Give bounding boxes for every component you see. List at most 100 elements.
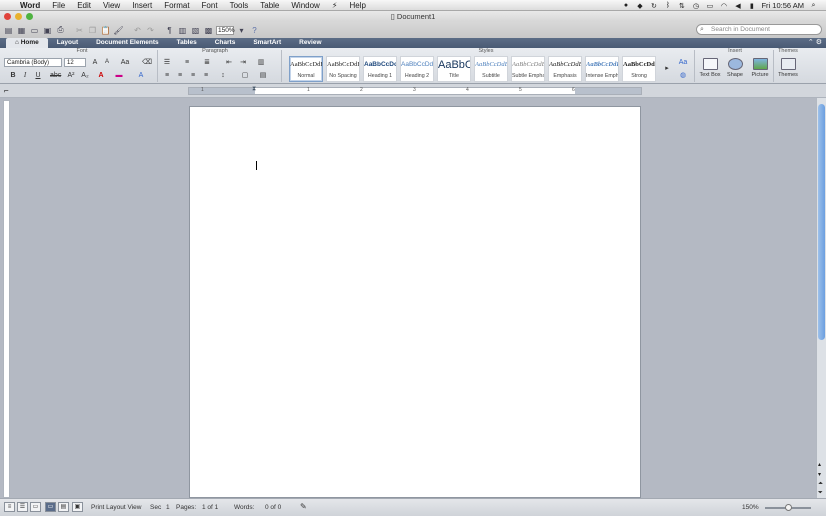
zoom-field[interactable]: 150% <box>216 25 235 35</box>
highlight-button[interactable]: ▬ <box>114 71 124 80</box>
timemachine-icon[interactable]: ◷ <box>691 2 700 10</box>
zoom-slider-knob[interactable] <box>785 504 792 511</box>
superscript-button[interactable]: A² <box>66 71 76 80</box>
display-icon[interactable]: ▭ <box>705 2 714 10</box>
subscript-button[interactable]: A₂ <box>80 71 90 80</box>
scroll-thumb[interactable] <box>818 104 825 340</box>
picture-button[interactable]: Picture <box>749 58 771 78</box>
bold-button[interactable]: B <box>8 71 18 80</box>
horizontal-ruler[interactable]: ⧗ 1 1 2 3 4 5 6 <box>188 86 642 95</box>
document-page[interactable] <box>189 106 641 498</box>
menu-file[interactable]: File <box>46 0 71 11</box>
tab-review[interactable]: Review <box>290 38 330 48</box>
format-painter-icon[interactable]: 🖌 <box>113 25 124 36</box>
change-case-icon[interactable]: Aa <box>120 58 130 67</box>
align-right-icon[interactable]: ≡ <box>188 71 198 80</box>
font-size-field[interactable]: 12 <box>64 58 86 67</box>
style-title[interactable]: AaBbC(Title <box>437 56 471 82</box>
new-document-icon[interactable]: ▤ <box>3 25 14 36</box>
paste-icon[interactable]: 📋 <box>100 25 111 36</box>
shading-icon[interactable]: ▤ <box>258 71 268 80</box>
tab-selector-icon[interactable]: ⌐ <box>4 86 9 95</box>
notebook-view-button[interactable]: ▤ <box>58 502 69 512</box>
zoom-dropdown-icon[interactable]: ▾ <box>236 25 247 36</box>
themes-button[interactable]: Themes <box>777 58 799 78</box>
multilevel-list-icon[interactable]: ≣ <box>202 58 212 67</box>
style-subtitle[interactable]: AaBbCcDdE Subtitle <box>474 56 508 82</box>
clear-formatting-icon[interactable]: ⌫ <box>142 58 152 67</box>
styles-scroll-right-icon[interactable]: ▸ <box>662 64 672 73</box>
text-box-button[interactable]: Text Box <box>699 58 721 78</box>
manage-styles-icon[interactable]: ◍ <box>678 71 688 80</box>
undo-icon[interactable]: ↶ <box>132 25 143 36</box>
vertical-ruler[interactable] <box>3 100 10 498</box>
tab-document-elements[interactable]: Document Elements <box>87 38 168 48</box>
zoom-window-button[interactable] <box>26 13 33 20</box>
print-icon[interactable]: ⎙ <box>55 25 66 36</box>
shape-button[interactable]: Shape <box>724 58 746 78</box>
align-center-icon[interactable]: ≡ <box>175 71 185 80</box>
style-subtle-emphasis[interactable]: AaBbCcDdEe Subtle Empha... <box>511 56 545 82</box>
menu-app-name[interactable]: Word <box>14 0 46 11</box>
text-styles-pane-icon[interactable]: Aa <box>678 58 688 67</box>
align-left-icon[interactable]: ≡ <box>162 71 172 80</box>
sync-icon[interactable]: ↻ <box>649 2 658 10</box>
toolbox-icon[interactable]: ▩ <box>203 25 214 36</box>
text-effects-button[interactable]: A <box>136 71 146 80</box>
font-color-button[interactable]: A <box>96 71 106 80</box>
redo-icon[interactable]: ↷ <box>145 25 156 36</box>
tab-layout[interactable]: Layout <box>48 38 87 48</box>
tab-smartart[interactable]: SmartArt <box>244 38 290 48</box>
menu-help[interactable]: Help <box>343 0 371 11</box>
show-formatting-icon[interactable]: ¶ <box>164 25 175 36</box>
vertical-scrollbar[interactable]: ▴ ▾ ⏶ ⏷ <box>816 98 826 498</box>
draft-view-button[interactable]: ≡ <box>4 502 15 512</box>
help-icon[interactable]: ? <box>249 25 260 36</box>
style-strong[interactable]: AaBbCcDdE Strong <box>622 56 656 82</box>
menu-table[interactable]: Table <box>254 0 285 11</box>
search-input[interactable]: ⌕ Search in Document <box>696 24 822 35</box>
zoom-slider[interactable] <box>765 504 811 511</box>
style-no-spacing[interactable]: AaBbCcDdEe No Spacing <box>326 56 360 82</box>
battery-icon[interactable]: ▮ <box>747 2 756 10</box>
indent-marker-icon[interactable]: ⧗ <box>252 86 256 93</box>
underline-button[interactable]: U <box>33 71 43 80</box>
justify-icon[interactable]: ≡ <box>201 71 211 80</box>
menu-format[interactable]: Format <box>158 0 195 11</box>
tab-home[interactable]: ⌂ Home <box>6 38 48 48</box>
shrink-font-icon[interactable]: A <box>102 58 112 67</box>
style-emphasis[interactable]: AaBbCcDdEe Emphasis <box>548 56 582 82</box>
bluetooth-icon[interactable]: ᛒ <box>663 2 672 10</box>
style-heading-1[interactable]: AaBbCcDc Heading 1 <box>363 56 397 82</box>
menu-view[interactable]: View <box>97 0 126 11</box>
close-window-button[interactable] <box>4 13 11 20</box>
tab-tables[interactable]: Tables <box>168 38 206 48</box>
menu-font[interactable]: Font <box>196 0 224 11</box>
style-normal[interactable]: AaBbCcDdEe Normal <box>289 56 323 82</box>
font-name-field[interactable]: Cambria (Body) <box>4 58 62 67</box>
status-app-icon[interactable]: ● <box>621 2 630 10</box>
outline-view-button[interactable]: ☰ <box>17 502 28 512</box>
publishing-view-button[interactable]: ▭ <box>30 502 41 512</box>
menu-script-icon[interactable]: ⚡ <box>326 0 344 11</box>
style-intense-emphasis[interactable]: AaBbCcDdEe Intense Emph... <box>585 56 619 82</box>
menubar-clock[interactable]: Fri 10:56 AM <box>761 1 804 10</box>
print-layout-view-button[interactable]: ▭ <box>45 502 56 512</box>
full-screen-view-button[interactable]: ▣ <box>72 502 83 512</box>
ribbon-collapse-icon[interactable]: ⌃ ⚙ <box>808 38 822 48</box>
copy-icon[interactable]: ❐ <box>87 25 98 36</box>
previous-page-icon[interactable]: ⏶ <box>818 481 823 488</box>
menu-edit[interactable]: Edit <box>71 0 97 11</box>
decrease-indent-icon[interactable]: ⇤ <box>224 58 234 67</box>
spotlight-icon[interactable]: ⌕ <box>809 2 818 10</box>
numbering-icon[interactable]: ≡ <box>182 58 192 67</box>
dropbox-icon[interactable]: ◆ <box>635 2 644 10</box>
wifi-icon[interactable]: ◠ <box>719 2 728 10</box>
minimize-window-button[interactable] <box>15 13 22 20</box>
grow-font-icon[interactable]: A <box>90 58 100 67</box>
scroll-up-icon[interactable]: ▴ <box>818 461 821 468</box>
columns-icon[interactable]: ▥ <box>256 58 266 67</box>
menu-window[interactable]: Window <box>285 0 325 11</box>
strikethrough-button[interactable]: abc <box>50 71 61 80</box>
proofing-icon[interactable]: ✎ <box>300 502 307 511</box>
